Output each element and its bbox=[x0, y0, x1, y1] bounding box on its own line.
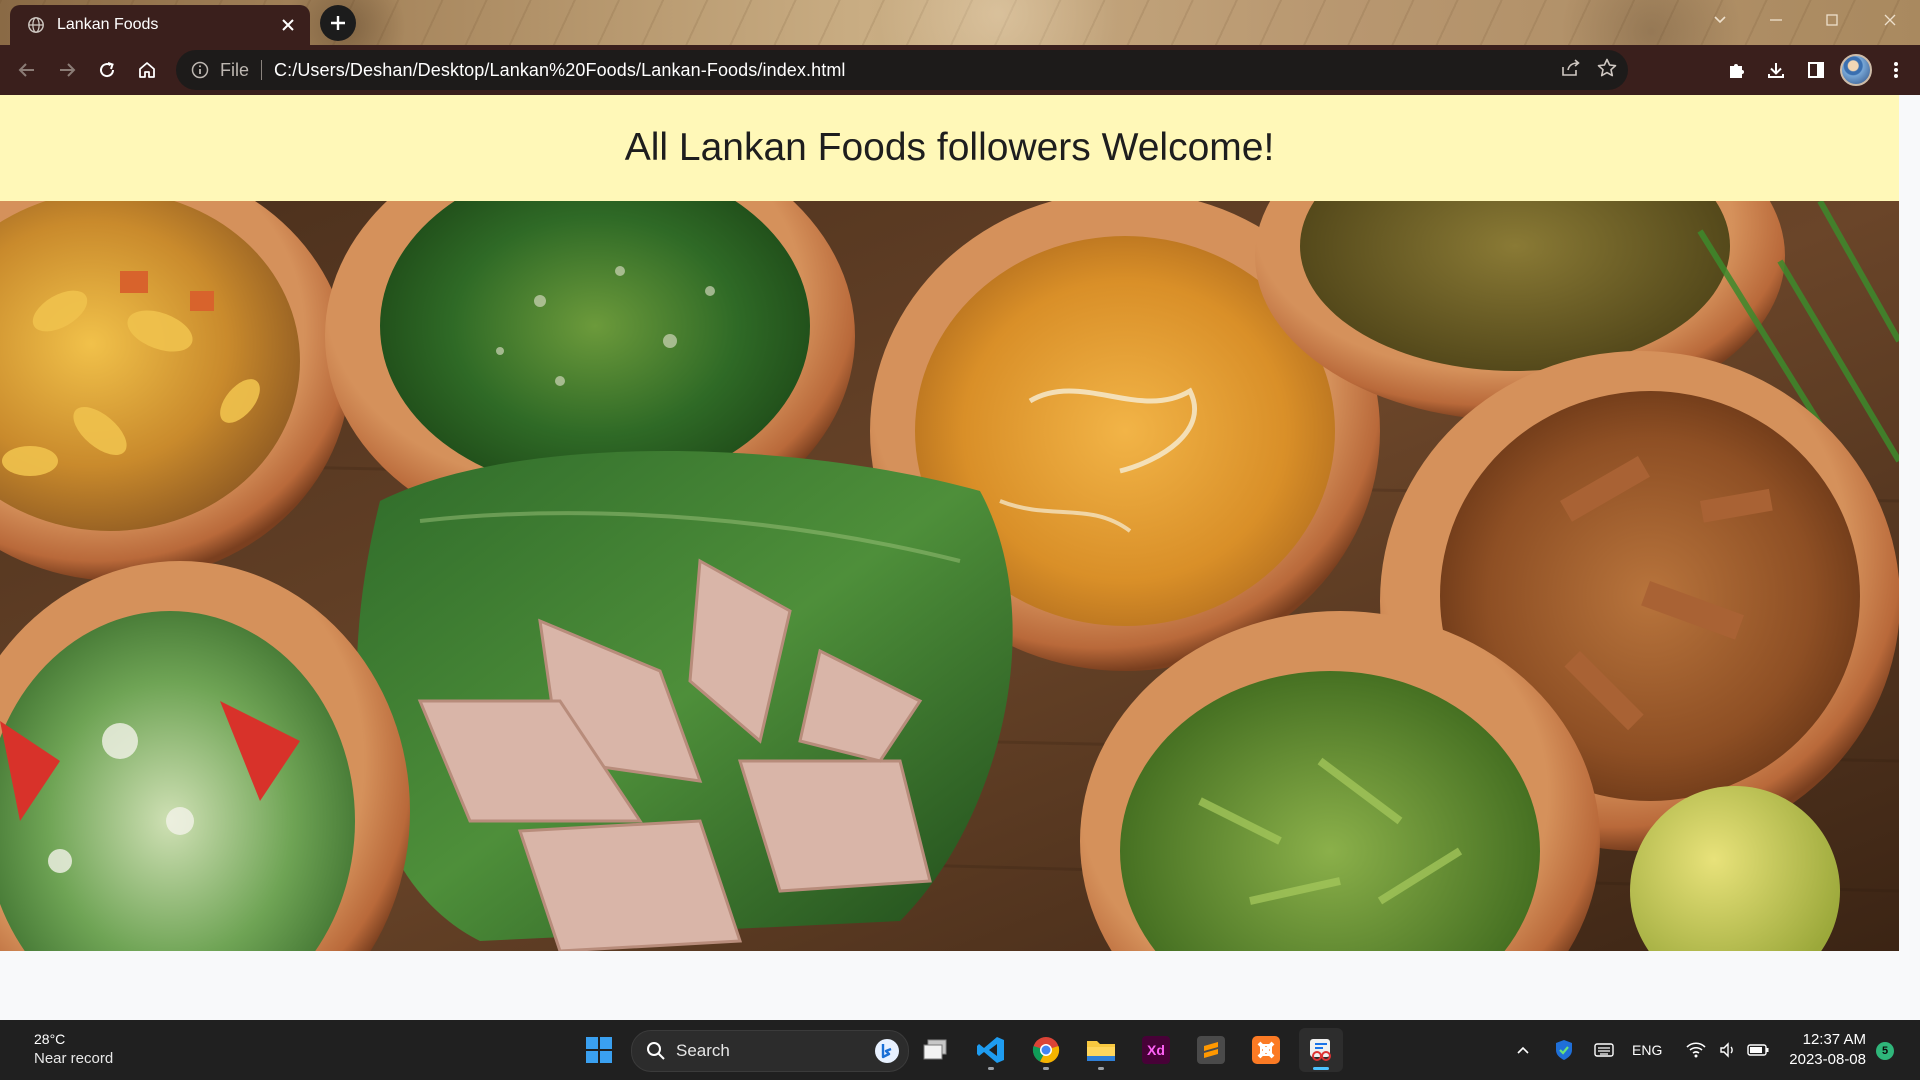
xampp-icon bbox=[1252, 1036, 1280, 1064]
tab-close-icon[interactable] bbox=[276, 13, 300, 37]
clock-time: 12:37 AM bbox=[1802, 1031, 1866, 1048]
defender-shield-icon[interactable] bbox=[1544, 1039, 1584, 1061]
info-icon[interactable] bbox=[190, 60, 210, 80]
home-button[interactable] bbox=[127, 50, 167, 90]
page-title: All Lankan Foods followers Welcome! bbox=[624, 126, 1275, 169]
browser-toolbar: File C:/Users/Deshan/Desktop/Lankan%20Fo… bbox=[0, 45, 1920, 95]
minimize-button[interactable] bbox=[1756, 6, 1796, 34]
chevron-down-icon bbox=[1714, 16, 1726, 24]
hero-food-image bbox=[0, 201, 1899, 951]
taskbar-chrome[interactable] bbox=[1024, 1028, 1068, 1072]
minimize-icon bbox=[1770, 19, 1782, 21]
bookmark-star-icon[interactable] bbox=[1596, 57, 1618, 84]
download-icon bbox=[1768, 63, 1784, 78]
task-view-icon bbox=[923, 1039, 947, 1060]
taskbar-sublime-text[interactable] bbox=[1189, 1028, 1233, 1072]
sri-lankan-curry-bowls-photo bbox=[0, 201, 1899, 951]
profile-button[interactable] bbox=[1836, 50, 1876, 90]
search-icon bbox=[647, 1042, 665, 1060]
browser-menu-button[interactable] bbox=[1876, 50, 1916, 90]
start-button[interactable] bbox=[577, 1028, 621, 1072]
extensions-button[interactable] bbox=[1716, 50, 1756, 90]
weather-condition: Near record bbox=[34, 1050, 114, 1067]
taskbar-xampp[interactable] bbox=[1244, 1028, 1288, 1072]
chrome-icon bbox=[1032, 1037, 1060, 1064]
more-vertical-icon bbox=[1894, 62, 1898, 78]
tab-title: Lankan Foods bbox=[57, 16, 159, 33]
language-indicator[interactable]: ENG bbox=[1632, 1042, 1662, 1058]
weather-temperature: 28°C bbox=[34, 1031, 66, 1047]
task-view-button[interactable] bbox=[914, 1028, 958, 1072]
adobe-xd-icon: Xd bbox=[1142, 1036, 1170, 1064]
page-viewport: All Lankan Foods followers Welcome! bbox=[0, 95, 1899, 1020]
tab-search-button[interactable] bbox=[1700, 6, 1740, 34]
address-divider bbox=[261, 60, 263, 80]
reload-button[interactable] bbox=[87, 50, 127, 90]
forward-button[interactable] bbox=[47, 50, 87, 90]
taskbar-adobe-xd[interactable]: Xd bbox=[1134, 1028, 1178, 1072]
arrow-left-icon bbox=[18, 63, 34, 77]
globe-icon bbox=[28, 17, 44, 33]
address-scheme-label: File bbox=[220, 59, 250, 80]
page-scrollbar[interactable] bbox=[1899, 95, 1920, 1020]
running-indicator bbox=[1313, 1067, 1329, 1070]
address-url[interactable]: C:/Users/Deshan/Desktop/Lankan%20Foods/L… bbox=[274, 60, 846, 81]
running-indicator bbox=[1098, 1067, 1104, 1070]
side-panel-icon bbox=[1808, 62, 1824, 78]
weather-widget[interactable]: 28°C Near record bbox=[34, 1030, 113, 1068]
battery-icon[interactable] bbox=[1740, 1044, 1776, 1056]
taskbar-snipping-tool[interactable] bbox=[1299, 1028, 1343, 1072]
taskbar-vscode[interactable] bbox=[969, 1028, 1013, 1072]
system-tray: ENG bbox=[1510, 1020, 1776, 1080]
tab-strip: Lankan Foods bbox=[0, 0, 1920, 45]
running-indicator bbox=[988, 1067, 994, 1070]
running-indicator bbox=[1043, 1067, 1049, 1070]
svg-text:Xd: Xd bbox=[1147, 1042, 1165, 1058]
volume-icon[interactable] bbox=[1716, 1042, 1740, 1058]
restore-icon bbox=[1826, 14, 1838, 26]
downloads-button[interactable] bbox=[1756, 50, 1796, 90]
show-hidden-icons-chevron-up-icon[interactable] bbox=[1510, 1045, 1536, 1055]
bing-icon[interactable] bbox=[874, 1038, 900, 1064]
close-window-button[interactable] bbox=[1870, 6, 1910, 34]
taskbar-search[interactable]: Search bbox=[631, 1030, 909, 1072]
arrow-right-icon bbox=[60, 63, 76, 77]
vscode-icon bbox=[977, 1037, 1004, 1063]
search-label: Search bbox=[676, 1041, 730, 1060]
back-button[interactable] bbox=[7, 50, 47, 90]
restore-button[interactable] bbox=[1812, 6, 1852, 34]
welcome-banner: All Lankan Foods followers Welcome! bbox=[0, 95, 1899, 201]
browser-tab-lankan-foods[interactable]: Lankan Foods bbox=[10, 5, 310, 45]
wifi-icon[interactable] bbox=[1676, 1042, 1716, 1058]
new-tab-button[interactable] bbox=[320, 5, 356, 41]
home-icon bbox=[139, 62, 155, 78]
windows-taskbar: 28°C Near record Search Xd ENG 12:37 AM … bbox=[0, 1020, 1920, 1080]
keyboard-icon[interactable] bbox=[1584, 1043, 1624, 1057]
reload-icon bbox=[100, 62, 115, 78]
share-icon[interactable] bbox=[1560, 58, 1582, 83]
plus-icon bbox=[331, 16, 345, 30]
notification-badge[interactable]: 5 bbox=[1876, 1042, 1894, 1060]
close-icon bbox=[1884, 14, 1896, 26]
taskbar-clock[interactable]: 12:37 AM 2023-08-08 bbox=[1786, 1030, 1866, 1070]
taskbar-file-explorer[interactable] bbox=[1079, 1028, 1123, 1072]
clock-date: 2023-08-08 bbox=[1789, 1051, 1866, 1068]
avatar bbox=[1840, 54, 1872, 86]
address-bar[interactable]: File C:/Users/Deshan/Desktop/Lankan%20Fo… bbox=[176, 50, 1628, 90]
sublime-text-icon bbox=[1197, 1036, 1225, 1064]
puzzle-icon bbox=[1730, 64, 1744, 78]
folder-icon bbox=[1087, 1041, 1115, 1061]
snipping-tool-icon bbox=[1310, 1039, 1331, 1061]
side-panel-button[interactable] bbox=[1796, 50, 1836, 90]
windows-logo-icon bbox=[586, 1037, 612, 1063]
